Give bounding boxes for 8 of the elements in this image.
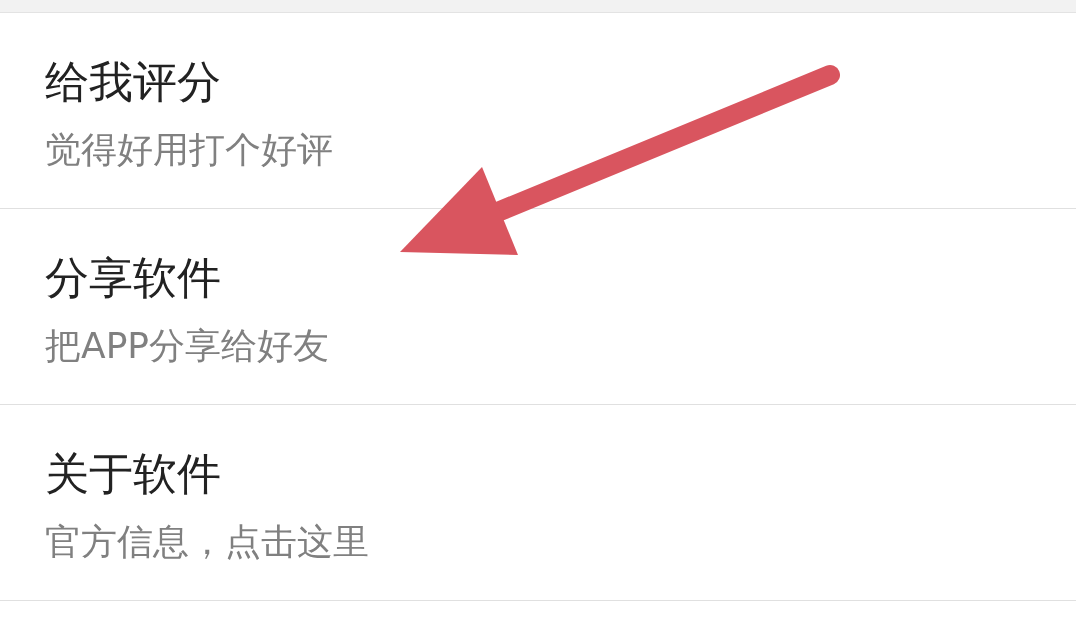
item-subtitle: 把APP分享给好友	[45, 324, 330, 367]
item-title: 关于软件	[45, 447, 221, 500]
item-title: 给我评分	[45, 55, 221, 108]
item-subtitle: 觉得好用打个好评	[45, 128, 333, 171]
item-subtitle: 官方信息，点击这里	[45, 520, 369, 563]
settings-item[interactable]: 关于软件 官方信息，点击这里	[0, 405, 1076, 601]
settings-item[interactable]: 分享软件 把APP分享给好友	[0, 209, 1076, 405]
item-title: 分享软件	[45, 251, 221, 304]
